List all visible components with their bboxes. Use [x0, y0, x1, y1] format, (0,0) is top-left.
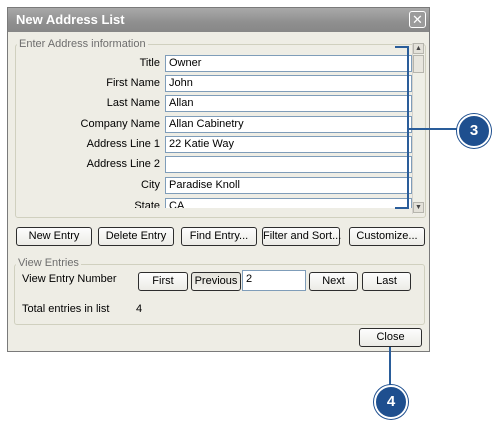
address-info-group-label: Enter Address information — [17, 38, 148, 50]
address-fields-scroll-area: Title Owner First Name John Last Name Al… — [16, 50, 412, 208]
view-entries-group-label: View Entries — [16, 257, 81, 269]
dialog-title: New Address List — [16, 12, 125, 27]
delete-entry-button[interactable]: Delete Entry — [98, 227, 174, 246]
field-label-last-name: Last Name — [106, 97, 160, 109]
field-label-state: State — [134, 200, 160, 208]
field-label-title: Title — [139, 57, 160, 69]
scroll-up-icon[interactable]: ▲ — [413, 43, 424, 54]
customize-button[interactable]: Customize... — [349, 227, 425, 246]
view-entry-number-label: View Entry Number — [22, 273, 117, 285]
field-state-input[interactable]: CA — [165, 198, 412, 208]
callout-3-bracket-bottom — [395, 207, 409, 209]
new-entry-button[interactable]: New Entry — [16, 227, 92, 246]
entry-number-input[interactable]: 2 — [242, 270, 306, 291]
close-icon[interactable]: ✕ — [409, 11, 426, 28]
first-entry-button[interactable]: First — [138, 272, 188, 291]
last-entry-button[interactable]: Last — [362, 272, 411, 291]
field-label-address-line-2: Address Line 2 — [86, 158, 160, 170]
total-entries-label: Total entries in list — [22, 303, 110, 315]
field-label-first-name: First Name — [106, 77, 160, 89]
total-entries-value: 4 — [136, 303, 143, 315]
scrollbar-thumb[interactable] — [413, 55, 424, 73]
field-address-line-2-input[interactable] — [165, 156, 412, 173]
filter-and-sort-button[interactable]: Filter and Sort... — [262, 227, 341, 246]
new-address-list-dialog: New Address List ✕ Enter Address informa… — [7, 7, 430, 352]
field-title-input[interactable]: Owner — [165, 55, 412, 72]
field-last-name-input[interactable]: Allan — [165, 95, 412, 112]
close-button[interactable]: Close — [359, 328, 422, 347]
find-entry-button[interactable]: Find Entry... — [181, 227, 257, 246]
callout-4-connector — [389, 347, 391, 385]
field-address-line-1-input[interactable]: 22 Katie Way — [165, 136, 412, 153]
scroll-down-icon[interactable]: ▼ — [413, 202, 424, 213]
next-entry-button[interactable]: Next — [309, 272, 358, 291]
field-label-address-line-1: Address Line 1 — [86, 138, 160, 150]
callout-4-badge: 4 — [374, 385, 408, 419]
field-first-name-input[interactable]: John — [165, 75, 412, 92]
callout-3-connector — [409, 128, 457, 130]
field-label-city: City — [141, 179, 160, 191]
previous-entry-button[interactable]: Previous — [191, 272, 241, 291]
title-bar: New Address List ✕ — [8, 8, 429, 32]
callout-3-badge: 3 — [457, 114, 491, 148]
field-label-company-name: Company Name — [80, 118, 160, 130]
field-city-input[interactable]: Paradise Knoll — [165, 177, 412, 194]
field-company-name-input[interactable]: Allan Cabinetry — [165, 116, 412, 133]
